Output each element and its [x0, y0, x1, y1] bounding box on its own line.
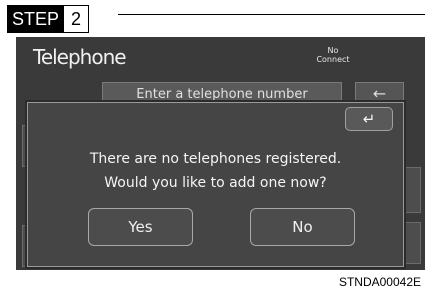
yes-button[interactable]: Yes: [88, 208, 193, 246]
no-button[interactable]: No: [250, 208, 355, 246]
step-number: 2: [63, 6, 89, 32]
image-code-caption: STNDA00042E: [338, 275, 421, 289]
screen-title: Telephone: [33, 45, 127, 69]
return-arrow-icon[interactable]: ↵: [345, 107, 393, 131]
dialog-message: There are no telephones registered. Woul…: [28, 147, 403, 195]
background-right-panel-top: [403, 167, 421, 213]
dialog-message-line-2: Would you like to add one now?: [104, 175, 327, 191]
step-indicator: STEP 2: [7, 5, 90, 33]
no-telephone-dialog: ↵ There are no telephones registered. Wo…: [27, 102, 404, 267]
status-line-1: No: [327, 46, 339, 55]
step-label: STEP: [8, 6, 64, 32]
dialog-message-line-1: There are no telephones registered.: [89, 151, 342, 167]
status-line-2: Connect: [316, 55, 350, 64]
header-rule: [118, 14, 425, 15]
connection-status: No Connect: [313, 46, 353, 64]
background-right-panel-bottom: [403, 222, 421, 264]
display-screen: Telephone No Connect Enter a telephone n…: [16, 37, 425, 270]
